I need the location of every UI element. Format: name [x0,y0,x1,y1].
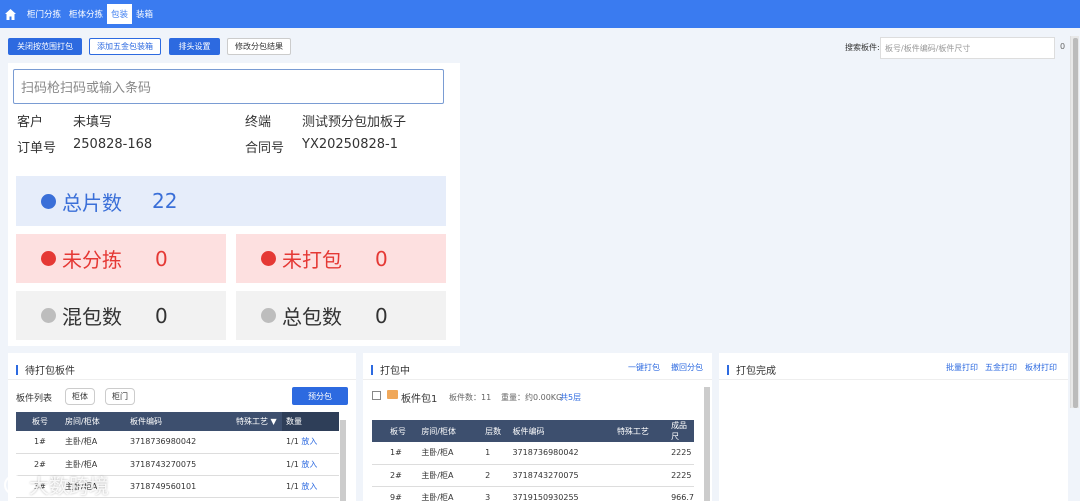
batch-print-link[interactable]: 批量打印 [946,362,978,373]
customer-value: 未填写 [73,115,113,130]
filter-door-tag[interactable]: 柜门 [105,388,135,405]
watermark-logo-icon [4,474,24,495]
stat-unpacked: 未打包 0 [236,234,446,283]
table-row: 1# 主卧/柜A 3718736980042 1/1 放入 [16,431,339,454]
put-in-link[interactable]: 放入 [301,437,317,446]
prepack-button[interactable]: 预分包 [292,387,348,405]
package-checkbox[interactable] [372,391,381,400]
customer-label: 客户 [17,115,44,130]
modify-result-button[interactable]: 修改分包结果 [227,38,291,55]
packing-title: 打包中 [371,362,410,377]
header-settings-button[interactable]: 排头设置 [169,38,220,55]
col-room: 房间/柜体 [61,412,126,431]
blue-dot-icon [41,193,56,209]
package-name: 板件包1 [401,394,438,405]
stat-unpacked-label: 未打包 [282,248,342,272]
col-qty: 数量 [282,412,339,431]
table-row: 9# 主卧/柜A 3 3719150930255 966.7 [372,486,694,501]
stat-mixed-label: 混包数 [62,305,122,329]
search-count: 0 [1060,42,1066,51]
put-in-link[interactable]: 放入 [301,482,317,491]
tab-packaging[interactable]: 包装 [107,4,133,24]
one-click-pack-link[interactable]: 一键打包 [628,362,660,373]
withdraw-pack-link[interactable]: 撤回分包 [671,362,703,373]
sort-down-icon[interactable]: ▼ [268,417,277,426]
stat-mixed-value: 0 [155,303,168,328]
close-range-pack-button[interactable]: 关闭按范围打包 [8,38,82,55]
search-input[interactable]: 板号/板件编码/板件尺寸 [880,37,1055,59]
gray-dot-icon [41,308,56,323]
terminal-label: 终端 [245,115,272,130]
contract-value: YX20250828-1 [302,137,398,152]
done-title: 打包完成 [727,362,776,377]
stat-unsorted: 未分拣 0 [16,234,226,283]
search-label: 搜索板件: [845,43,880,52]
stat-mixed: 混包数 0 [16,291,226,340]
pending-title: 待打包板件 [16,362,75,377]
stat-packages-value: 0 [375,303,388,328]
package-weight: 重量：约0.00KG [501,393,563,402]
package-icon [387,390,398,399]
board-print-link[interactable]: 板材打印 [1025,362,1057,373]
order-value: 250828-168 [73,137,153,152]
col-code: 板件编码 [126,412,232,431]
home-icon[interactable] [4,7,18,21]
pending-scrollbar[interactable] [340,420,346,501]
stat-packages: 总包数 0 [236,291,446,340]
stat-unsorted-value: 0 [155,246,168,271]
order-label: 订单号 [17,141,57,156]
tab-boxing[interactable]: 装箱 [132,4,157,24]
filter-cabinet-tag[interactable]: 柜体 [65,388,95,405]
stat-packages-label: 总包数 [282,305,342,329]
package-count: 板件数：11 [449,393,492,402]
tab-door-sorting[interactable]: 柜门分拣 [23,4,65,24]
contract-label: 合同号 [245,141,285,156]
done-panel: 打包完成 批量打印 五金打印 板材打印 [719,353,1068,501]
hardware-print-link[interactable]: 五金打印 [985,362,1017,373]
col-special[interactable]: 特殊工艺 ▼ [232,412,282,431]
table-row: 1# 主卧/柜A 1 3718736980042 2225 [372,442,694,465]
table-row: 2# 主卧/柜A 2 3718743270075 2225 [372,464,694,487]
top-nav: 柜门分拣 柜体分拣 包装 装箱 [0,0,1080,28]
put-in-link[interactable]: 放入 [301,460,317,469]
red-dot-icon [261,251,276,266]
stat-unpacked-value: 0 [375,246,388,271]
stat-total-label: 总片数 [62,190,122,215]
terminal-value: 测试预分包加板子 [302,115,407,130]
board-list-label: 板件列表 [16,394,53,404]
page-scrollbar-thumb[interactable] [1073,38,1078,408]
add-hardware-box-button[interactable]: 添加五金包装箱 [89,38,161,55]
red-dot-icon [41,251,56,266]
stat-unsorted-label: 未分拣 [62,248,122,272]
package-layers: 共5层 [560,393,582,402]
packing-scrollbar[interactable] [704,387,710,501]
scan-input[interactable]: 扫码枪扫码或输入条码 [13,69,444,104]
tab-cabinet-sorting[interactable]: 柜体分拣 [65,4,107,24]
stat-total-value: 22 [152,189,178,213]
watermark: 大数跨境 [2,470,109,499]
packing-panel: 打包中 一键打包 撤回分包 板件包1 板件数：11 重量：约0.00KG 共5层… [363,353,712,501]
packing-table: 板号 房间/柜体 层数 板件编码 特殊工艺 成品尺 1# 主卧/柜A 1 371… [372,420,694,501]
col-board-no: 板号 [16,412,61,431]
stat-total: 总片数 22 [16,176,446,226]
gray-dot-icon [261,308,276,323]
